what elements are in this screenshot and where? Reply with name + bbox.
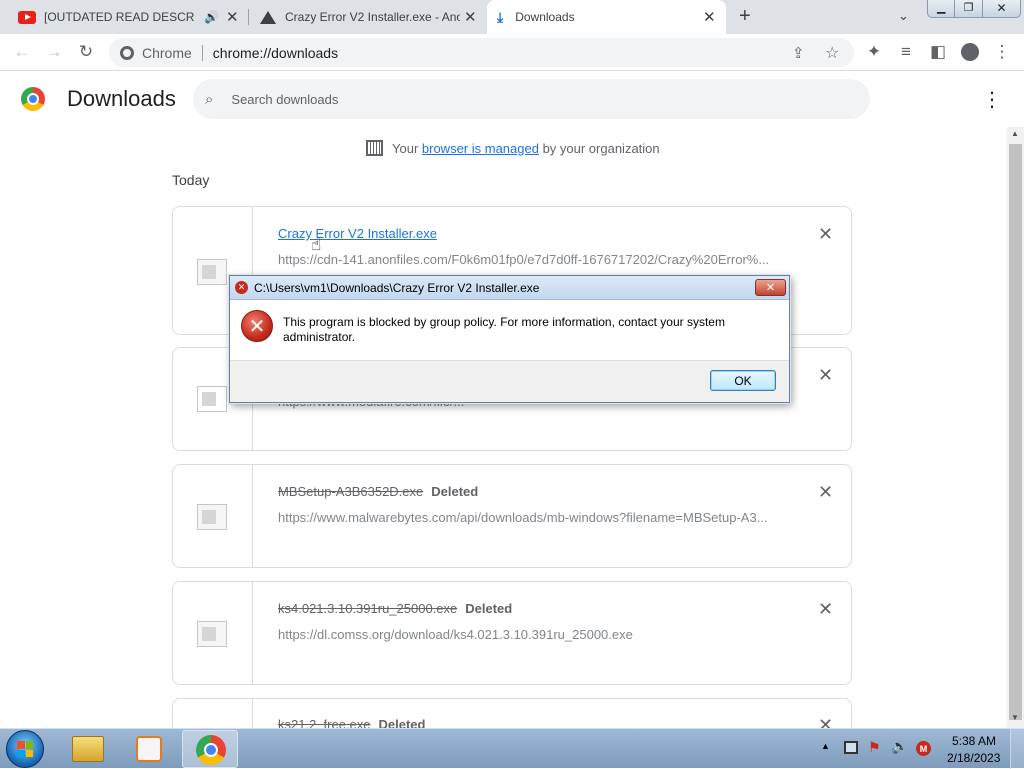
minimize-button[interactable]: ▁	[928, 0, 954, 17]
clock-time[interactable]: 5:38 AM	[952, 734, 996, 748]
tab-anonfiles[interactable]: Crazy Error V2 Installer.exe - Anonfiles…	[250, 0, 486, 34]
download-item: ks4.021.3.10.391ru_25000.exe Deleted http…	[172, 581, 852, 685]
share-icon[interactable]: ⇪	[792, 44, 805, 62]
extensions-icon[interactable]: ✦	[862, 40, 886, 64]
tab-title: Downloads	[515, 10, 575, 24]
start-button[interactable]	[6, 730, 44, 768]
window-controls: ▁ ❐ ✕	[927, 0, 1021, 18]
back-icon[interactable]: ←	[10, 40, 34, 64]
close-tab-icon[interactable]: ✕	[226, 8, 239, 26]
side-panel-icon[interactable]: ◧	[926, 40, 950, 64]
download-url[interactable]: https://cdn-141.anonfiles.com/F0k6m01fp0…	[278, 252, 788, 267]
explorer-taskbar-icon[interactable]	[72, 736, 104, 762]
tray-expand-icon[interactable]: ▲	[821, 741, 830, 751]
section-today: Today	[172, 172, 210, 188]
profile-avatar[interactable]	[958, 40, 982, 64]
volume-icon[interactable]: 🔈	[891, 738, 908, 755]
download-icon: ⤓	[497, 8, 504, 25]
show-desktop-button[interactable]	[1010, 729, 1024, 769]
download-url[interactable]: https://www.malwarebytes.com/api/downloa…	[278, 510, 788, 525]
anonfiles-icon	[260, 10, 276, 24]
mcafee-icon[interactable]: M	[916, 741, 931, 756]
zip-file-icon	[197, 386, 227, 412]
more-actions-icon[interactable]: ⋮	[982, 87, 1002, 112]
windows-logo-icon	[17, 741, 33, 757]
dialog-message: This program is blocked by group policy.…	[283, 315, 725, 344]
downloads-header: Downloads ⌕ Search downloads ⋮	[0, 72, 1024, 127]
search-icon: ⌕	[205, 90, 214, 108]
download-item: MBSetup-A3B6352D.exe Deleted https://www.…	[172, 464, 852, 568]
tab-youtube[interactable]: [OUTDATED READ DESCRIPTION] 🔊 ✕	[8, 0, 246, 34]
action-center-icon[interactable]: ⚑	[868, 739, 881, 756]
tab-title: [OUTDATED READ DESCRIPTION]	[44, 10, 194, 24]
tab-downloads[interactable]: ⤓ Downloads ✕	[487, 0, 726, 34]
dialog-footer: OK	[230, 360, 789, 402]
dialog-close-button[interactable]: ✕	[755, 279, 786, 296]
url-text[interactable]: chrome://downloads	[213, 45, 338, 61]
clock-date[interactable]: 2/18/2023	[947, 751, 1000, 765]
search-placeholder: Search downloads	[231, 91, 339, 107]
dialog-titlebar: ✕ C:\Users\vm1\Downloads\Crazy Error V2 …	[230, 276, 789, 300]
download-file-name: MBSetup-A3B6352D.exe Deleted	[278, 484, 478, 499]
status-badge: Deleted	[431, 484, 479, 499]
reload-icon[interactable]: ↻	[74, 40, 98, 64]
tab-strip: [OUTDATED READ DESCRIPTION] 🔊 ✕ Crazy Er…	[0, 0, 1024, 34]
download-file-name: ks4.021.3.10.391ru_25000.exe Deleted	[278, 601, 512, 616]
network-icon[interactable]	[844, 741, 858, 754]
file-name: ks4.021.3.10.391ru_25000.exe	[278, 601, 458, 616]
media-control-icon[interactable]: ≡	[894, 40, 918, 64]
remove-download-icon[interactable]: ✕	[818, 599, 833, 620]
managed-link[interactable]: browser is managed	[422, 141, 539, 156]
managed-notice: Your browser is managed by your organiza…	[366, 140, 660, 156]
file-name: MBSetup-A3B6352D.exe	[278, 484, 424, 499]
error-icon: ✕	[241, 310, 273, 342]
scroll-up-icon[interactable]: ▲	[1011, 129, 1019, 138]
chrome-chip: Chrome	[142, 44, 192, 61]
chrome-logo-icon	[21, 87, 45, 111]
close-tab-icon[interactable]: ✕	[703, 8, 716, 26]
bookmark-star-icon[interactable]: ☆	[825, 43, 839, 63]
taskbar: ▲ ⚑ 🔈 M 5:38 AM 2/18/2023	[0, 728, 1024, 769]
remove-download-icon[interactable]: ✕	[818, 365, 833, 386]
forward-icon[interactable]: →	[42, 40, 66, 64]
chrome-taskbar-button[interactable]	[182, 730, 238, 768]
tab-title: Crazy Error V2 Installer.exe - Anonfiles	[285, 10, 460, 24]
chrome-chip-icon	[120, 45, 134, 60]
close-tab-icon[interactable]: ✕	[464, 8, 477, 26]
scrollbar-thumb[interactable]	[1009, 144, 1022, 720]
media-player-taskbar-icon[interactable]	[136, 736, 162, 762]
page-title: Downloads	[67, 86, 176, 111]
chrome-taskbar-icon	[196, 735, 226, 765]
dialog-body: ✕ This program is blocked by group polic…	[230, 300, 789, 360]
file-icon	[197, 621, 227, 647]
restore-button[interactable]: ❐	[954, 0, 981, 17]
address-bar[interactable]: Chrome chrome://downloads ⇪ ☆	[109, 38, 854, 67]
new-tab-button[interactable]: +	[739, 5, 751, 28]
ok-button[interactable]: OK	[710, 370, 776, 391]
file-icon	[197, 504, 227, 530]
error-small-icon: ✕	[235, 281, 248, 294]
youtube-icon	[18, 10, 36, 24]
file-icon	[197, 259, 227, 285]
download-file-link[interactable]: Crazy Error V2 Installer.exe	[278, 226, 437, 241]
scrollbar[interactable]: ▲ ▼	[1007, 127, 1024, 728]
managed-prefix: Your	[392, 140, 422, 156]
audio-icon[interactable]: 🔊	[204, 10, 219, 24]
status-badge: Deleted	[465, 601, 513, 616]
building-icon	[366, 140, 383, 156]
tab-search-icon[interactable]: ⌄	[898, 8, 909, 24]
managed-suffix: by your organization	[538, 140, 660, 156]
remove-download-icon[interactable]: ✕	[818, 224, 833, 245]
download-url[interactable]: https://dl.comss.org/download/ks4.021.3.…	[278, 627, 788, 642]
close-window-button[interactable]: ✕	[981, 0, 1020, 17]
scroll-down-icon[interactable]: ▼	[1011, 713, 1019, 722]
remove-download-icon[interactable]: ✕	[818, 482, 833, 503]
error-dialog: ✕ C:\Users\vm1\Downloads\Crazy Error V2 …	[229, 275, 790, 403]
search-downloads-input[interactable]: ⌕ Search downloads	[193, 79, 870, 119]
chrome-menu-icon[interactable]: ⋮	[990, 40, 1014, 64]
toolbar: ← → ↻ Chrome chrome://downloads ⇪ ☆ ✦ ≡ …	[0, 34, 1024, 71]
dialog-title: C:\Users\vm1\Downloads\Crazy Error V2 In…	[254, 280, 540, 295]
mouse-cursor-icon: ☝	[311, 235, 322, 254]
